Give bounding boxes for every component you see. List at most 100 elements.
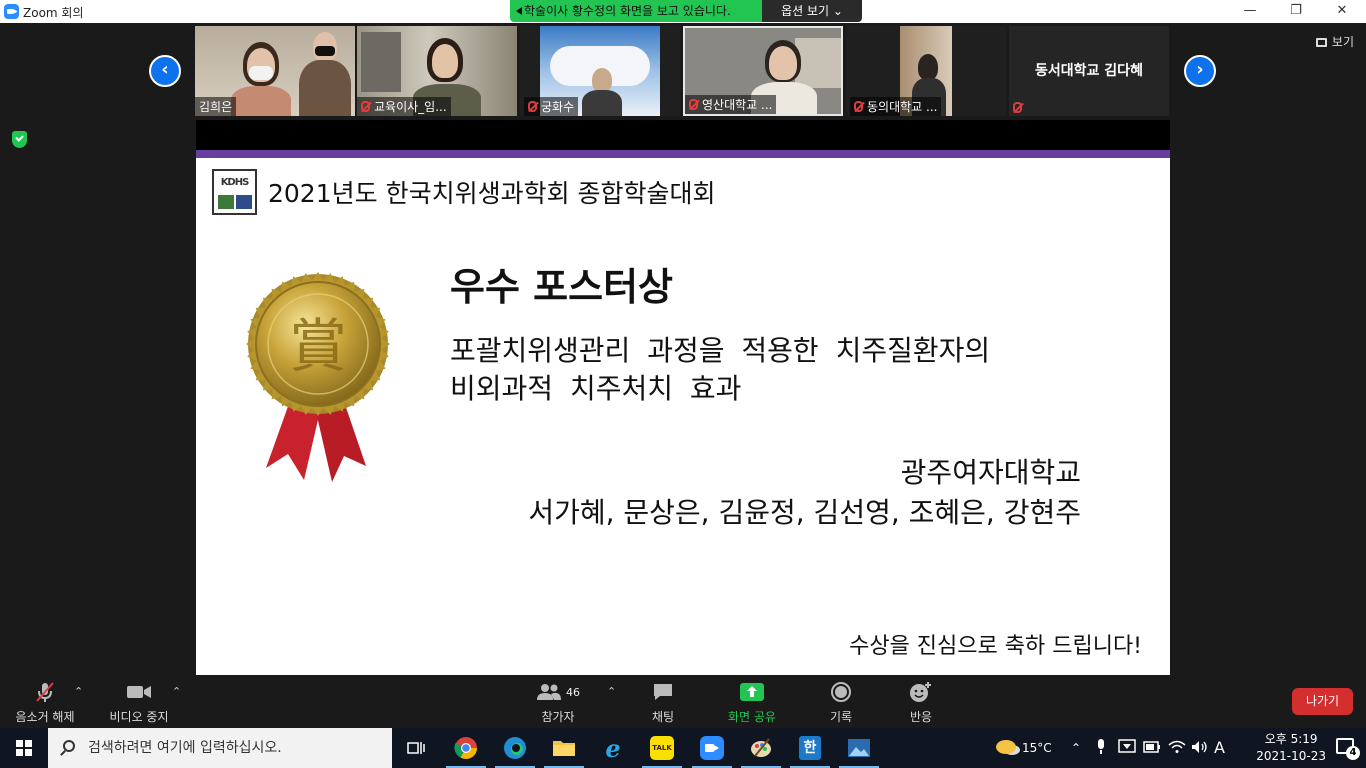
speaker-icon: [516, 7, 522, 15]
taskbar-internet-explorer[interactable]: e: [589, 728, 637, 768]
presentation-slide: KDHS 2021년도 한국치위생과학회 종합학술대회 賞 우수 포스터상 포괄…: [196, 150, 1170, 675]
clock-time: 오후 5:19: [1264, 732, 1318, 746]
banner: [795, 38, 841, 88]
task-view-button[interactable]: [392, 728, 440, 768]
reactions-button[interactable]: 반응: [894, 681, 948, 725]
participant-face: [592, 68, 612, 92]
participant-head: [918, 54, 938, 80]
shared-screen: KDHS 2021년도 한국치위생과학회 종합학술대회 賞 우수 포스터상 포괄…: [196, 120, 1170, 675]
participant-face: [432, 44, 458, 78]
network-status-icon[interactable]: [1118, 728, 1136, 768]
shelf: [361, 32, 401, 92]
stop-video-button[interactable]: 비디오 중지: [104, 681, 174, 725]
show-hidden-icons-button[interactable]: ⌃: [1071, 728, 1081, 768]
participant-display-name: 동서대학교 김다혜: [1035, 63, 1143, 79]
taskbar-file-explorer[interactable]: [540, 728, 588, 768]
task-view-icon: [407, 742, 425, 754]
participant-name: 궁화수: [524, 97, 579, 116]
record-button[interactable]: 기록: [814, 681, 868, 725]
participant-body: [299, 60, 351, 116]
battery-icon[interactable]: [1143, 728, 1161, 768]
participant-tile-active[interactable]: 영산대학교 ...: [683, 26, 843, 116]
participant-name: 동의대학교 ...: [850, 97, 942, 116]
kdhs-logo: KDHS: [212, 169, 257, 215]
share-screen-button[interactable]: 화면 공유: [718, 681, 786, 725]
participants-icon: [537, 684, 561, 700]
participant-tile[interactable]: 궁화수: [520, 26, 680, 116]
photos-icon: [848, 739, 870, 757]
reaction-smiley-icon: [910, 682, 931, 702]
medal-character: 賞: [289, 312, 347, 380]
taskbar-edge[interactable]: [491, 728, 539, 768]
taskbar-kakaotalk[interactable]: TALK: [638, 728, 686, 768]
participant-tile[interactable]: 동서대학교 김다혜: [1009, 26, 1169, 116]
face-mask: [315, 46, 335, 56]
video-options-caret[interactable]: ⌃: [172, 685, 181, 698]
participant-strip: ‹ 김희은 교육이사_임... 궁화수 영산대학교 ... 동의대학교 ... …: [0, 23, 1366, 120]
strip-prev-button[interactable]: ‹: [149, 55, 181, 87]
share-screen-icon: [740, 683, 764, 701]
author-affiliation: 광주여자대학교: [900, 456, 1081, 489]
internet-explorer-icon: e: [605, 733, 621, 763]
windows-logo-icon: [16, 740, 32, 756]
participant-tile[interactable]: 김희은: [195, 26, 355, 116]
microphone-tray-icon[interactable]: [1096, 728, 1106, 768]
volume-icon[interactable]: [1191, 728, 1209, 768]
kakaotalk-icon: TALK: [650, 736, 674, 760]
congratulations-message: 수상을 진심으로 축하 드립니다!: [849, 634, 1142, 659]
action-center-icon[interactable]: 4: [1336, 738, 1360, 760]
wifi-icon[interactable]: [1168, 728, 1186, 768]
notification-count-badge: 4: [1346, 746, 1360, 760]
view-options-button[interactable]: 옵션 보기 ⌄: [762, 0, 862, 22]
participant-face: [769, 46, 797, 80]
participant-name: 김희은: [195, 97, 237, 116]
chat-icon: [654, 684, 672, 700]
search-icon: [63, 740, 75, 752]
weather-widget[interactable]: 15°C: [996, 728, 1061, 768]
participant-tile[interactable]: 교육이사_임...: [357, 26, 517, 116]
chrome-icon: [454, 737, 477, 759]
windows-taskbar: 검색하려면 여기에 입력하십시오. e TALK 한 15°C ⌃ A 오후 5…: [0, 728, 1366, 768]
paint-palette-icon: [751, 738, 771, 757]
taskbar-hwp[interactable]: 한: [786, 728, 834, 768]
participant-count: 46: [566, 685, 580, 699]
participant-name: 교육이사_임...: [357, 97, 451, 116]
taskbar-chrome[interactable]: [442, 728, 490, 768]
minimize-button[interactable]: —: [1227, 0, 1273, 23]
muted-mic-icon: [689, 99, 698, 110]
participants-options-caret[interactable]: ⌃: [607, 685, 616, 698]
participant-tile[interactable]: 동의대학교 ...: [846, 26, 1006, 116]
participants-button[interactable]: 46 참가자: [527, 681, 589, 725]
taskbar-paint[interactable]: [737, 728, 785, 768]
poster-title: 포괄치위생관리 과정을 적용한 치주질환자의 비외과적 치주처치 효과: [450, 334, 991, 405]
share-banner-message: 학술이사 황수정의 화면을 보고 있습니다.: [510, 0, 762, 22]
taskbar-clock[interactable]: 오후 5:19 2021-10-23: [1256, 731, 1326, 765]
taskbar-search-box[interactable]: 검색하려면 여기에 입력하십시오.: [48, 728, 392, 768]
participant-status: [1009, 100, 1030, 116]
hangul-word-icon: 한: [799, 736, 821, 760]
encryption-shield-icon[interactable]: [12, 131, 27, 148]
muted-mic-icon: [1013, 102, 1022, 113]
screen-share-banner: 학술이사 황수정의 화면을 보고 있습니다. 옵션 보기 ⌄: [510, 0, 862, 22]
strip-next-button[interactable]: ›: [1184, 55, 1216, 87]
taskbar-photos[interactable]: [835, 728, 883, 768]
taskbar-zoom[interactable]: [688, 728, 736, 768]
input-method-indicator[interactable]: A: [1214, 728, 1225, 768]
unmute-button[interactable]: 음소거 해제: [10, 681, 80, 725]
close-button[interactable]: ✕: [1319, 0, 1365, 23]
leave-meeting-button[interactable]: 나가기: [1292, 688, 1353, 715]
folder-icon: [553, 741, 575, 756]
award-title: 우수 포스터상: [450, 265, 673, 309]
muted-mic-icon: [854, 101, 863, 112]
grid-view-icon: [1315, 38, 1327, 47]
chat-button[interactable]: 채팅: [636, 681, 690, 725]
audio-options-caret[interactable]: ⌃: [74, 685, 83, 698]
muted-microphone-icon: [36, 682, 54, 702]
record-icon: [831, 682, 851, 702]
start-button[interactable]: [0, 728, 48, 768]
view-layout-button[interactable]: 보기: [1315, 33, 1354, 50]
maximize-button[interactable]: ❐: [1273, 0, 1319, 23]
edge-icon: [504, 737, 526, 759]
zoom-logo-icon: [4, 4, 19, 19]
zoom-app-icon: [700, 736, 724, 760]
